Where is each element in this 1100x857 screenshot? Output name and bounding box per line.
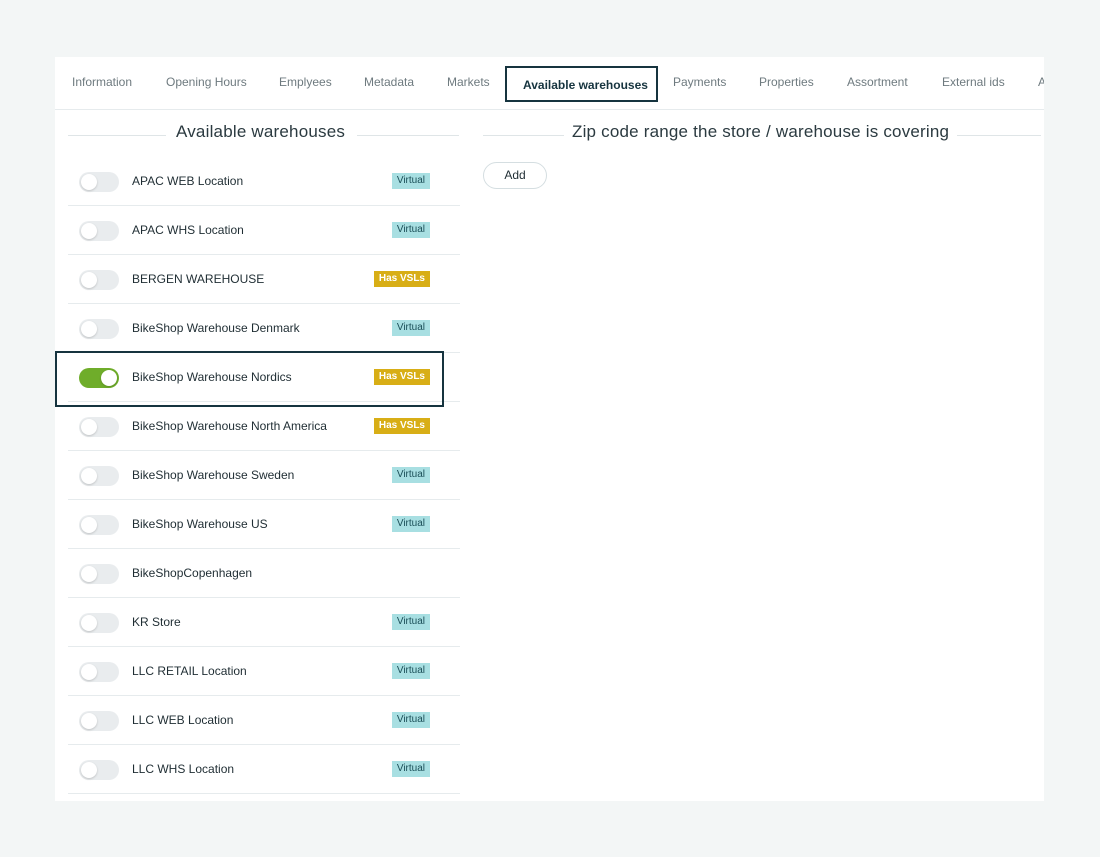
tab-information[interactable]: Information <box>72 57 132 109</box>
toggle-knob <box>81 321 97 337</box>
warehouse-badge: Has VSLs <box>373 369 430 385</box>
warehouse-name: LLC RETAIL Location <box>132 664 247 678</box>
toggle-knob <box>81 419 97 435</box>
warehouse-toggle[interactable] <box>79 662 119 682</box>
warehouse-row: BERGEN WAREHOUSE Has VSLs <box>68 255 460 304</box>
tab-opening-hours[interactable]: Opening Hours <box>166 57 247 109</box>
tab-metadata[interactable]: Metadata <box>364 57 414 109</box>
warehouse-row: APAC WEB Location Virtual <box>68 157 460 206</box>
warehouse-badge: Virtual <box>391 173 430 189</box>
tab-external-ids[interactable]: External ids <box>942 57 1005 109</box>
toggle-knob <box>81 272 97 288</box>
warehouse-badge: Virtual <box>391 663 430 679</box>
tab-assortment[interactable]: Assortment <box>847 57 908 109</box>
warehouse-list: APAC WEB Location Virtual APAC WHS Locat… <box>68 157 460 794</box>
warehouse-toggle[interactable] <box>79 172 119 192</box>
right-title-rule-left <box>483 135 564 136</box>
tab-available-warehouses[interactable]: Available warehouses <box>505 66 658 102</box>
warehouse-name: BikeShop Warehouse Sweden <box>132 468 295 482</box>
toggle-knob <box>81 664 97 680</box>
tab-properties[interactable]: Properties <box>759 57 814 109</box>
add-zip-range-button[interactable]: Add <box>483 162 547 189</box>
toggle-knob <box>81 517 97 533</box>
warehouse-badge: Virtual <box>391 712 430 728</box>
left-title-rule-left <box>68 135 166 136</box>
warehouse-toggle[interactable] <box>79 711 119 731</box>
warehouse-row: LLC RETAIL Location Virtual <box>68 647 460 696</box>
warehouse-row: BikeShopCopenhagen <box>68 549 460 598</box>
toggle-knob <box>81 566 97 582</box>
warehouse-badge: Virtual <box>391 761 430 777</box>
warehouse-badge: Virtual <box>391 614 430 630</box>
warehouse-name: KR Store <box>132 615 181 629</box>
warehouse-row: BikeShop Warehouse Denmark Virtual <box>68 304 460 353</box>
warehouse-toggle[interactable] <box>79 515 119 535</box>
right-title-rule-right <box>957 135 1041 136</box>
warehouse-name: APAC WEB Location <box>132 174 244 188</box>
warehouse-name: LLC WEB Location <box>132 713 234 727</box>
warehouse-name: APAC WHS Location <box>132 223 244 237</box>
warehouse-name: BikeShopCopenhagen <box>132 566 253 580</box>
left-section-title: Available warehouses <box>176 122 346 141</box>
tab-bar: Information Opening Hours Emplyees Metad… <box>55 57 1044 110</box>
warehouse-badge: Virtual <box>391 222 430 238</box>
warehouse-toggle[interactable] <box>79 270 119 290</box>
right-section-title: Zip code range the store / warehouse is … <box>572 122 950 141</box>
warehouse-row: LLC WEB Location Virtual <box>68 696 460 745</box>
tab-payments[interactable]: Payments <box>673 57 726 109</box>
warehouse-toggle[interactable] <box>79 368 119 388</box>
warehouse-toggle[interactable] <box>79 319 119 339</box>
toggle-knob <box>81 468 97 484</box>
toggle-knob <box>81 174 97 190</box>
warehouse-toggle[interactable] <box>79 760 119 780</box>
warehouse-toggle[interactable] <box>79 613 119 633</box>
tab-markets[interactable]: Markets <box>447 57 490 109</box>
store-settings-panel: Information Opening Hours Emplyees Metad… <box>55 57 1044 801</box>
warehouse-name: BikeShop Warehouse US <box>132 517 268 531</box>
warehouse-name: BERGEN WAREHOUSE <box>132 272 265 286</box>
warehouse-toggle[interactable] <box>79 417 119 437</box>
warehouse-name: BikeShop Warehouse North America <box>132 419 327 433</box>
warehouse-badge: Has VSLs <box>373 271 430 287</box>
left-title-rule-right <box>357 135 459 136</box>
warehouse-badge: Virtual <box>391 516 430 532</box>
warehouse-row: BikeShop Warehouse North America Has VSL… <box>68 402 460 451</box>
warehouse-row: KR Store Virtual <box>68 598 460 647</box>
warehouse-name: BikeShop Warehouse Denmark <box>132 321 300 335</box>
warehouse-toggle[interactable] <box>79 564 119 584</box>
warehouse-name: LLC WHS Location <box>132 762 235 776</box>
warehouse-row: APAC WHS Location Virtual <box>68 206 460 255</box>
warehouse-toggle[interactable] <box>79 221 119 241</box>
warehouse-row: BikeShop Warehouse Nordics Has VSLs <box>68 353 460 402</box>
tab-overflow[interactable]: A <box>1038 57 1044 109</box>
toggle-knob <box>81 762 97 778</box>
toggle-knob <box>81 615 97 631</box>
warehouse-row: BikeShop Warehouse Sweden Virtual <box>68 451 460 500</box>
warehouse-badge: Has VSLs <box>373 418 430 434</box>
warehouse-row: LLC WHS Location Virtual <box>68 745 460 794</box>
warehouse-toggle[interactable] <box>79 466 119 486</box>
warehouse-name: BikeShop Warehouse Nordics <box>132 370 292 384</box>
toggle-knob <box>81 223 97 239</box>
warehouse-badge: Virtual <box>391 320 430 336</box>
toggle-knob <box>81 713 97 729</box>
warehouse-badge: Virtual <box>391 467 430 483</box>
warehouse-row: BikeShop Warehouse US Virtual <box>68 500 460 549</box>
tab-employees[interactable]: Emplyees <box>279 57 332 109</box>
toggle-knob <box>101 370 117 386</box>
